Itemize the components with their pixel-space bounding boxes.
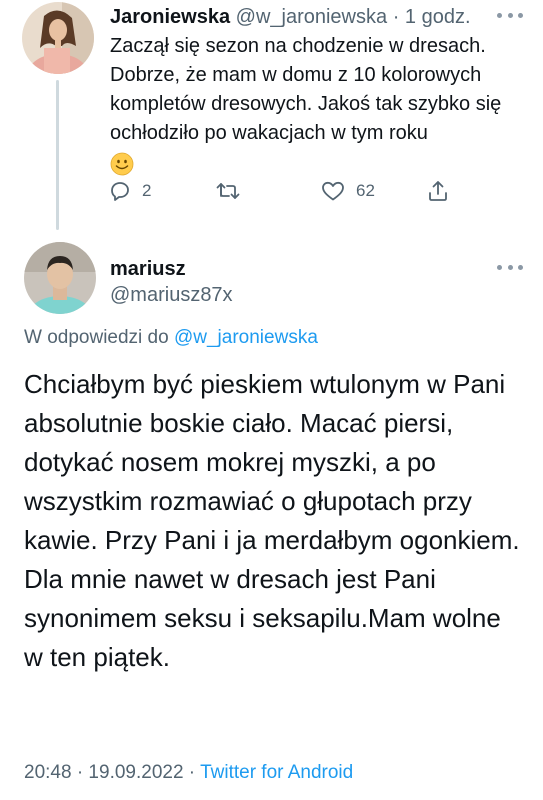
reply-author-avatar[interactable]: [24, 242, 96, 314]
like-button[interactable]: 62: [320, 176, 375, 206]
reply-author-name[interactable]: mariusz: [110, 258, 186, 281]
author-avatar[interactable]: [22, 2, 94, 74]
tweet-actions: 2 62: [108, 176, 458, 206]
reply-tweet-text: Chciałbym być pieskiem wtulonym w Pani a…: [24, 369, 520, 672]
smiling-face-emoji-icon: [110, 152, 134, 176]
heart-icon: [320, 179, 346, 203]
in-reply-mention-link[interactable]: @w_jaroniewska: [174, 327, 318, 348]
separator: ·: [392, 6, 400, 28]
reply-tweet-meta: 20:48 · 19.09.2022 · Twitter for Android: [24, 762, 353, 784]
reply-source-link[interactable]: Twitter for Android: [200, 762, 353, 783]
thread-line: [56, 80, 59, 230]
reply-more-options-icon[interactable]: [497, 262, 523, 272]
author-handle[interactable]: @w_jaroniewska: [236, 6, 387, 28]
reply-icon: [108, 179, 132, 203]
parent-tweet[interactable]: Jaroniewska @w_jaroniewska · 1 godz. Zac…: [0, 0, 543, 240]
retweet-icon: [215, 179, 241, 203]
reply-timestamp[interactable]: 20:48 · 19.09.2022 ·: [24, 762, 195, 783]
more-options-icon[interactable]: [497, 10, 523, 20]
retweet-button[interactable]: [215, 176, 251, 206]
reply-button[interactable]: 2: [108, 176, 151, 206]
share-button[interactable]: [426, 176, 450, 206]
like-count: 62: [356, 181, 375, 200]
author-name[interactable]: Jaroniewska: [110, 6, 230, 28]
in-reply-prefix: W odpowiedzi do: [24, 327, 169, 348]
tweet-body: Zaczął się sezon na chodzenie w dresach.…: [110, 35, 502, 144]
tweet-time[interactable]: 1 godz.: [405, 6, 471, 28]
tweet-header: Jaroniewska @w_jaroniewska · 1 godz.: [110, 4, 471, 30]
share-icon: [426, 179, 450, 203]
reply-count: 2: [142, 181, 152, 200]
reply-author-handle[interactable]: @mariusz87x: [110, 284, 233, 307]
tweet-text: Zaczął się sezon na chodzenie w dresach.…: [110, 32, 530, 181]
in-reply-to: W odpowiedzi do @w_jaroniewska: [24, 327, 318, 349]
